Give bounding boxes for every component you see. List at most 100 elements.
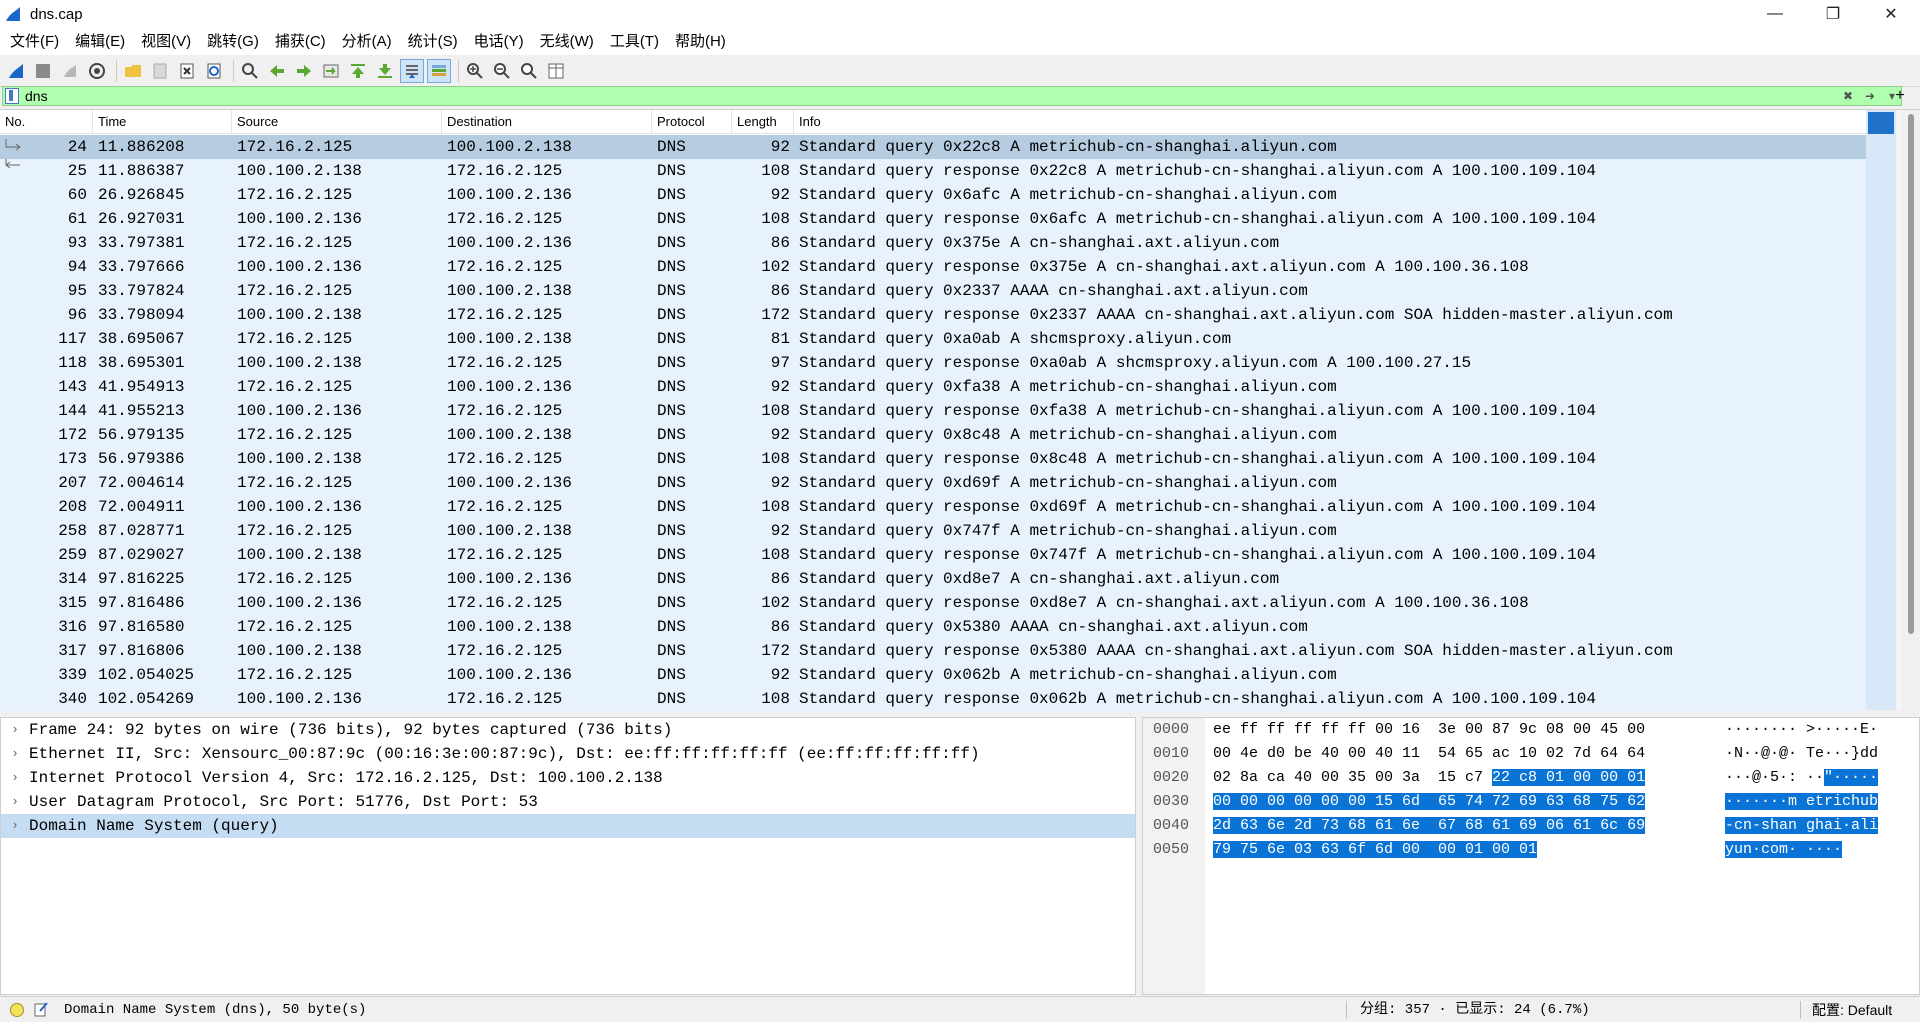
table-row[interactable]: 96 33.798094 100.100.2.138 172.16.2.125 DNS 1… <box>0 303 1866 327</box>
packet-list-scrollbar[interactable] <box>1902 110 1920 710</box>
menu-item[interactable]: 文件(F) <box>2 28 67 55</box>
menu-item[interactable]: 帮助(H) <box>667 28 734 55</box>
hex-bytes[interactable]: 2d 63 6e 2d 73 68 61 6e 67 68 61 69 06 6… <box>1213 814 1646 838</box>
capture-options-icon[interactable] <box>85 59 109 83</box>
expand-chevron-icon[interactable]: › <box>1 790 29 814</box>
table-row[interactable]: 93 33.797381 172.16.2.125 100.100.2.136 DNS 8… <box>0 231 1866 255</box>
table-row[interactable]: 314 97.816225 172.16.2.125 100.100.2.136 DNS… <box>0 567 1866 591</box>
table-row[interactable]: 340 102.054269 100.100.2.136 172.16.2.125 DN… <box>0 687 1866 711</box>
hex-bytes[interactable]: ee ff ff ff ff ff 00 16 3e 00 87 9c 08 0… <box>1213 718 1645 742</box>
column-header-source[interactable]: Source <box>232 110 442 133</box>
filter-bookmark-icon[interactable] <box>5 88 19 104</box>
table-row[interactable]: 173 56.979386 100.100.2.138 172.16.2.125 DNS… <box>0 447 1866 471</box>
menu-item[interactable]: 分析(A) <box>334 28 400 55</box>
zoom-out-icon[interactable] <box>490 59 514 83</box>
ascii-bytes[interactable]: yun·com· ···· <box>1725 838 1843 862</box>
go-forward-icon[interactable] <box>292 59 316 83</box>
expand-chevron-icon[interactable]: › <box>1 766 29 790</box>
colorize-icon[interactable] <box>427 58 451 83</box>
table-row[interactable]: 207 72.004614 172.16.2.125 100.100.2.136 DNS… <box>0 471 1866 495</box>
autoscroll-icon[interactable] <box>400 58 424 83</box>
column-header-destination[interactable]: Destination <box>442 110 652 133</box>
table-row[interactable]: 172 56.979135 172.16.2.125 100.100.2.138 DNS… <box>0 423 1866 447</box>
capture-comment-icon[interactable] <box>34 1001 48 1017</box>
table-row[interactable]: 25 11.886387 100.100.2.138 172.16.2.125 DNS 1… <box>0 159 1866 183</box>
column-header-no[interactable]: No. <box>0 110 93 133</box>
column-header-length[interactable]: Length <box>732 110 794 133</box>
save-file-icon[interactable] <box>148 59 172 83</box>
expand-chevron-icon[interactable]: › <box>1 742 29 766</box>
expand-chevron-icon[interactable]: › <box>1 718 29 742</box>
reload-file-icon[interactable] <box>202 59 226 83</box>
resize-columns-icon[interactable] <box>544 59 568 83</box>
detail-tree-item[interactable]: › Ethernet II, Src: Xensourc_00:87:9c (00… <box>1 742 1135 766</box>
zoom-normal-icon[interactable] <box>517 59 541 83</box>
restore-button[interactable]: ❐ <box>1804 0 1862 28</box>
hex-bytes[interactable]: 00 4e d0 be 40 00 40 11 54 65 ac 10 02 7… <box>1213 742 1645 766</box>
find-packet-icon[interactable] <box>238 59 262 83</box>
ascii-bytes[interactable]: ···@·5·: ··"····· <box>1725 766 1879 790</box>
add-filter-button-icon[interactable]: + <box>1890 86 1910 106</box>
detail-tree-item[interactable]: › Frame 24: 92 bytes on wire (736 bits), … <box>1 718 1135 742</box>
display-filter-input[interactable] <box>25 87 1839 105</box>
go-back-icon[interactable] <box>265 59 289 83</box>
minimize-button[interactable]: — <box>1746 0 1804 28</box>
table-row[interactable]: 315 97.816486 100.100.2.136 172.16.2.125 DNS… <box>0 591 1866 615</box>
scrollbar-thumb[interactable] <box>1908 114 1914 634</box>
expert-info-icon[interactable] <box>10 1003 24 1017</box>
table-row[interactable]: 259 87.029027 100.100.2.138 172.16.2.125 DNS… <box>0 543 1866 567</box>
table-row[interactable]: 144 41.955213 100.100.2.136 172.16.2.125 DNS… <box>0 399 1866 423</box>
ascii-bytes[interactable]: ········ >·····E· <box>1725 718 1878 742</box>
column-header-protocol[interactable]: Protocol <box>652 110 732 133</box>
menu-item[interactable]: 跳转(G) <box>199 28 267 55</box>
table-row[interactable]: 143 41.954913 172.16.2.125 100.100.2.136 DNS… <box>0 375 1866 399</box>
table-row[interactable]: 208 72.004911 100.100.2.136 172.16.2.125 DNS… <box>0 495 1866 519</box>
menu-item[interactable]: 捕获(C) <box>267 28 334 55</box>
restart-capture-icon[interactable] <box>58 59 82 83</box>
go-last-packet-icon[interactable] <box>373 59 397 83</box>
menu-item[interactable]: 电话(Y) <box>466 28 532 55</box>
menu-item[interactable]: 视图(V) <box>133 28 199 55</box>
open-file-icon[interactable] <box>121 59 145 83</box>
apply-filter-icon[interactable]: ➜ <box>1857 88 1883 104</box>
cell-src: 100.100.2.136 <box>237 258 362 276</box>
ascii-bytes[interactable]: ·······m etrichub <box>1725 790 1879 814</box>
menu-item[interactable]: 统计(S) <box>400 28 466 55</box>
table-row[interactable]: 117 38.695067 172.16.2.125 100.100.2.138 DNS… <box>0 327 1866 351</box>
table-row[interactable]: 95 33.797824 172.16.2.125 100.100.2.138 DNS 8… <box>0 279 1866 303</box>
table-row[interactable]: 339 102.054025 172.16.2.125 100.100.2.136 DN… <box>0 663 1866 687</box>
start-capture-icon[interactable] <box>4 59 28 83</box>
ascii-bytes[interactable]: ·N··@·@· Te···}dd <box>1725 742 1878 766</box>
expand-chevron-icon[interactable]: › <box>1 814 29 838</box>
table-row[interactable]: 60 26.926845 172.16.2.125 100.100.2.136 DNS 9… <box>0 183 1866 207</box>
menu-item[interactable]: 无线(W) <box>532 28 602 55</box>
zoom-in-icon[interactable] <box>463 59 487 83</box>
table-row[interactable]: 118 38.695301 100.100.2.138 172.16.2.125 DNS… <box>0 351 1866 375</box>
close-button[interactable]: ✕ <box>1862 0 1920 28</box>
hex-bytes[interactable]: 79 75 6e 03 63 6f 6d 00 00 01 00 01 <box>1213 838 1538 862</box>
ascii-bytes[interactable]: -cn-shan ghai·ali <box>1725 814 1879 838</box>
table-row[interactable]: 258 87.028771 172.16.2.125 100.100.2.138 DNS… <box>0 519 1866 543</box>
profile-selector[interactable]: 配置: Default <box>1812 997 1892 1022</box>
column-header-time[interactable]: Time <box>93 110 232 133</box>
go-to-packet-icon[interactable] <box>319 59 343 83</box>
hex-bytes[interactable]: 02 8a ca 40 00 35 00 3a 15 c7 22 c8 01 0… <box>1213 766 1646 790</box>
detail-tree-item[interactable]: › User Datagram Protocol, Src Port: 51776… <box>1 790 1135 814</box>
column-header-info[interactable]: Info <box>794 110 1920 133</box>
menu-item[interactable]: 编辑(E) <box>67 28 133 55</box>
table-row[interactable]: 61 26.927031 100.100.2.136 172.16.2.125 DNS 1… <box>0 207 1866 231</box>
table-row[interactable]: 94 33.797666 100.100.2.136 172.16.2.125 DNS 1… <box>0 255 1866 279</box>
clear-filter-icon[interactable]: ✖ <box>1839 88 1857 104</box>
stop-capture-icon[interactable] <box>31 59 55 83</box>
go-first-packet-icon[interactable] <box>346 59 370 83</box>
close-file-icon[interactable] <box>175 59 199 83</box>
table-row[interactable]: 316 97.816580 172.16.2.125 100.100.2.138 DNS… <box>0 615 1866 639</box>
table-row[interactable]: 317 97.816806 100.100.2.138 172.16.2.125 DNS… <box>0 639 1866 663</box>
packet-minimap[interactable] <box>1866 110 1896 710</box>
table-row[interactable]: 24 11.886208 172.16.2.125 100.100.2.138 DNS 9… <box>0 135 1866 159</box>
menu-item[interactable]: 工具(T) <box>602 28 667 55</box>
cell-src: 172.16.2.125 <box>237 282 353 300</box>
detail-tree-item[interactable]: › Domain Name System (query) <box>1 814 1135 838</box>
hex-bytes[interactable]: 00 00 00 00 00 00 15 6d 65 74 72 69 63 6… <box>1213 790 1646 814</box>
detail-tree-item[interactable]: › Internet Protocol Version 4, Src: 172.1… <box>1 766 1135 790</box>
